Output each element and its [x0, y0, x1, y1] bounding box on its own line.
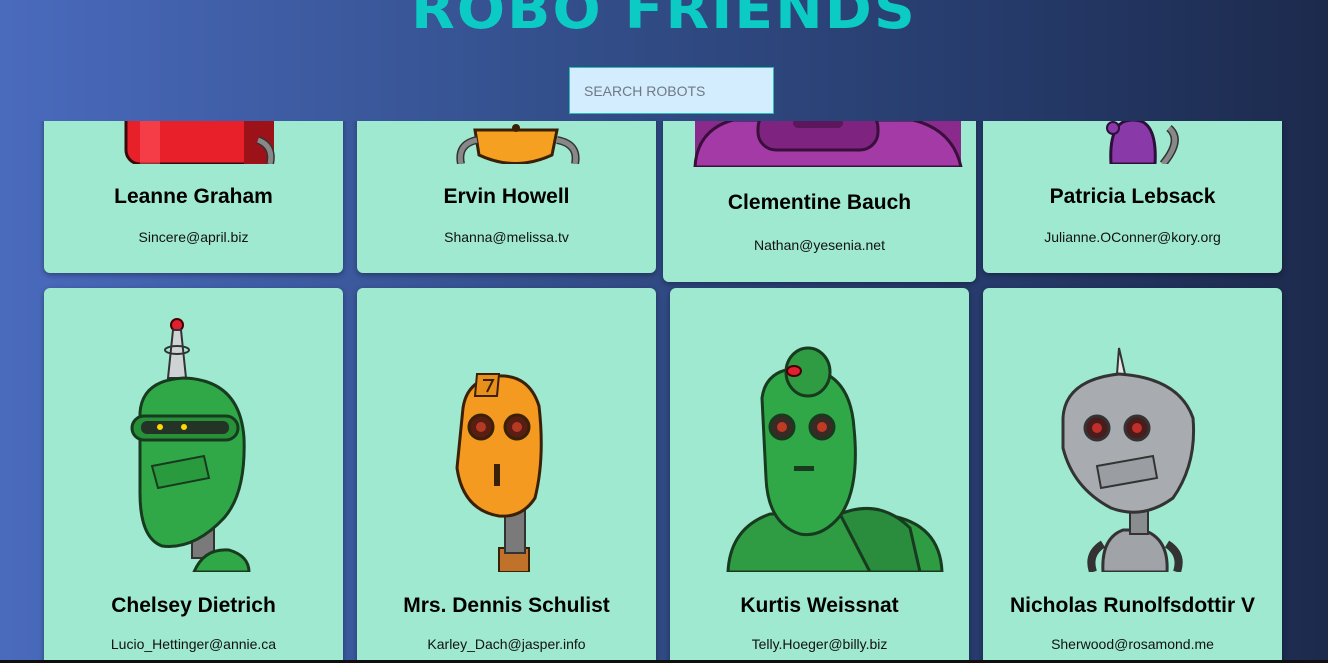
robot-card[interactable]: Mrs. Dennis Schulist Karley_Dach@jasper.… — [357, 288, 656, 663]
search-input[interactable] — [569, 67, 774, 114]
robot-email: Sherwood@rosamond.me — [1051, 636, 1214, 652]
robot-email: Sincere@april.biz — [138, 229, 249, 245]
robot-image — [130, 318, 251, 572]
robot-card[interactable]: Kurtis Weissnat Telly.Hoeger@billy.biz — [670, 288, 969, 663]
robot-name: Chelsey Dietrich — [111, 594, 276, 617]
robot-email: Lucio_Hettinger@annie.ca — [110, 636, 277, 652]
robot-name: Mrs. Dennis Schulist — [403, 594, 610, 617]
robot-image — [1061, 347, 1196, 572]
robot-card[interactable]: Chelsey Dietrich Lucio_Hettinger@annie.c… — [44, 288, 343, 663]
robot-email: Julianne.OConner@kory.org — [1044, 229, 1221, 245]
robot-image — [455, 373, 543, 572]
robot-email: Telly.Hoeger@billy.biz — [751, 636, 888, 652]
app-title: ROBO FRIENDS — [411, 0, 917, 41]
robot-email: Nathan@yesenia.net — [754, 237, 885, 253]
robot-name: Nicholas Runolfsdottir V — [1009, 594, 1255, 617]
robot-card[interactable]: Nicholas Runolfsdottir V Sherwood@rosamo… — [983, 288, 1282, 663]
robot-email: Karley_Dach@jasper.info — [427, 636, 586, 652]
robot-card[interactable]: Patricia Lebsack Julianne.OConner@kory.o… — [983, 100, 1282, 273]
robot-name: Patricia Lebsack — [1049, 185, 1216, 208]
robot-name: Kurtis Weissnat — [740, 594, 899, 617]
robot-image — [726, 346, 944, 572]
robot-card[interactable]: Clementine Bauch Nathan@yesenia.net — [663, 100, 976, 282]
robot-name: Clementine Bauch — [727, 191, 912, 214]
robot-name: Ervin Howell — [443, 185, 570, 208]
robot-name: Leanne Graham — [114, 185, 273, 208]
robot-card[interactable]: Leanne Graham Sincere@april.biz — [44, 100, 343, 273]
robot-card[interactable]: Ervin Howell Shanna@melissa.tv — [357, 100, 656, 273]
robot-email: Shanna@melissa.tv — [444, 229, 569, 245]
